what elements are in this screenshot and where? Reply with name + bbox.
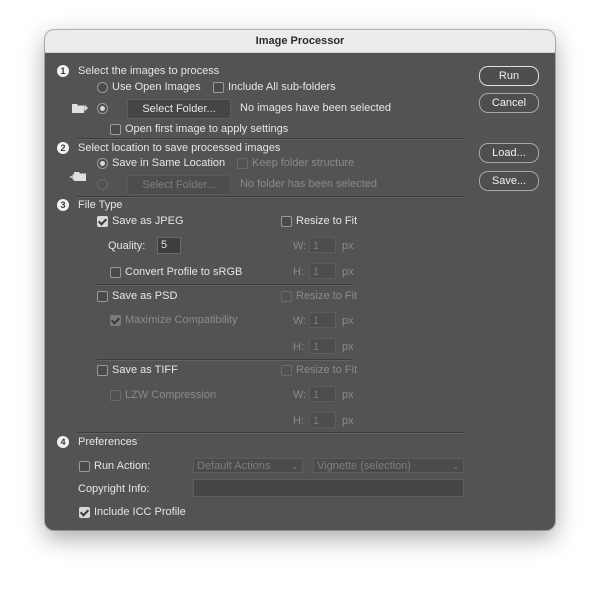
action-select: Vignette (selection) ⌄ [313,458,464,473]
image-processor-dialog: Image Processor Run Cancel Load... Save.… [45,30,555,530]
step-2-badge: 2 [57,142,69,154]
step-1-badge: 1 [57,65,69,77]
psd-height-input[interactable]: 1 [309,338,336,354]
save-as-jpeg-label[interactable]: Save as JPEG [112,214,184,228]
divider [77,138,464,140]
chevron-down-icon: ⌄ [452,462,459,471]
save-same-location-label[interactable]: Save in Same Location [112,156,225,170]
jpeg-resize-label[interactable]: Resize to Fit [296,214,357,228]
run-button[interactable]: Run [479,66,539,86]
jpeg-quality-label: Quality: [108,240,146,252]
select-destination-folder-radio[interactable] [97,179,108,190]
save-as-tiff-label[interactable]: Save as TIFF [112,363,178,377]
destination-status-text: No folder has been selected [240,178,377,190]
divider [77,196,464,198]
divider [77,432,464,434]
jpeg-height-input[interactable]: 1 [309,263,336,279]
section4-heading: Preferences [78,436,138,448]
include-icc-checkbox[interactable] [79,507,90,518]
action-value: Vignette (selection) [317,460,411,472]
tiff-resize-label: Resize to Fit [296,364,358,376]
copyright-input[interactable] [193,479,464,497]
psd-width-label: W: [293,315,307,327]
jpeg-height-label: H: [293,266,304,278]
jpeg-width-unit: px [342,240,354,252]
title-bar[interactable]: Image Processor [45,30,555,53]
tiff-height-label: H: [293,415,304,427]
folder-export-icon [69,170,87,182]
save-as-jpeg-checkbox[interactable] [97,216,108,227]
run-action-checkbox[interactable] [79,461,90,472]
include-icc-label[interactable]: Include ICC Profile [94,505,186,519]
psd-resize-checkbox [281,291,292,302]
run-action-label[interactable]: Run Action: [94,459,150,473]
section3-heading: File Type [78,199,123,211]
maximize-compatibility-checkbox [110,315,121,326]
save-as-psd-checkbox[interactable] [97,291,108,302]
jpeg-height-unit: px [342,266,354,278]
save-as-psd-label[interactable]: Save as PSD [112,289,177,303]
divider [97,359,351,361]
jpeg-width-input[interactable]: 1 [309,237,336,253]
psd-resize-label: Resize to Fit [296,290,358,302]
use-open-images-radio[interactable] [97,82,108,93]
jpeg-width-label: W: [293,240,307,252]
action-set-select: Default Actions ⌄ [193,458,303,473]
tiff-width-label: W: [293,389,307,401]
save-settings-button[interactable]: Save... [479,171,539,191]
lzw-compression-checkbox [110,390,121,401]
use-open-images-label[interactable]: Use Open Images [112,80,201,94]
keep-folder-structure-checkbox [237,158,248,169]
folder-import-icon [71,102,89,114]
include-subfolders-checkbox[interactable] [213,82,224,93]
load-button[interactable]: Load... [479,143,539,163]
copyright-label: Copyright Info: [78,483,150,495]
keep-folder-structure-label: Keep folder structure [252,157,355,169]
select-source-folder-button[interactable]: Select Folder... [127,99,231,119]
source-status-text: No images have been selected [240,102,392,114]
include-subfolders-label[interactable]: Include All sub-folders [228,80,336,94]
select-source-folder-radio[interactable] [97,103,108,114]
psd-height-label: H: [293,341,304,353]
tiff-resize-checkbox [281,365,292,376]
chevron-down-icon: ⌄ [291,462,298,471]
open-first-image-label[interactable]: Open first image to apply settings [125,122,288,136]
action-set-value: Default Actions [197,460,271,472]
psd-height-unit: px [342,341,354,353]
jpeg-quality-input[interactable]: 5 [157,237,181,254]
section1-heading: Select the images to process [78,65,220,77]
window-title: Image Processor [255,35,345,47]
jpeg-resize-checkbox[interactable] [281,216,292,227]
tiff-height-unit: px [342,415,354,427]
cancel-button[interactable]: Cancel [479,93,539,113]
tiff-height-input[interactable]: 1 [309,412,336,428]
step-3-badge: 3 [57,199,69,211]
save-as-tiff-checkbox[interactable] [97,365,108,376]
tiff-width-unit: px [342,389,354,401]
convert-srgb-label[interactable]: Convert Profile to sRGB [125,265,242,279]
step-4-badge: 4 [57,436,69,448]
psd-width-input[interactable]: 1 [309,312,336,328]
psd-width-unit: px [342,315,354,327]
maximize-compatibility-label: Maximize Compatibility [125,314,238,326]
save-same-location-radio[interactable] [97,158,108,169]
convert-srgb-checkbox[interactable] [110,267,121,278]
open-first-image-checkbox[interactable] [110,124,121,135]
select-destination-folder-button: Select Folder... [127,175,231,195]
section2-heading: Select location to save processed images [78,142,281,154]
divider [97,284,351,286]
tiff-width-input[interactable]: 1 [309,386,336,402]
lzw-compression-label: LZW Compression [125,389,217,401]
